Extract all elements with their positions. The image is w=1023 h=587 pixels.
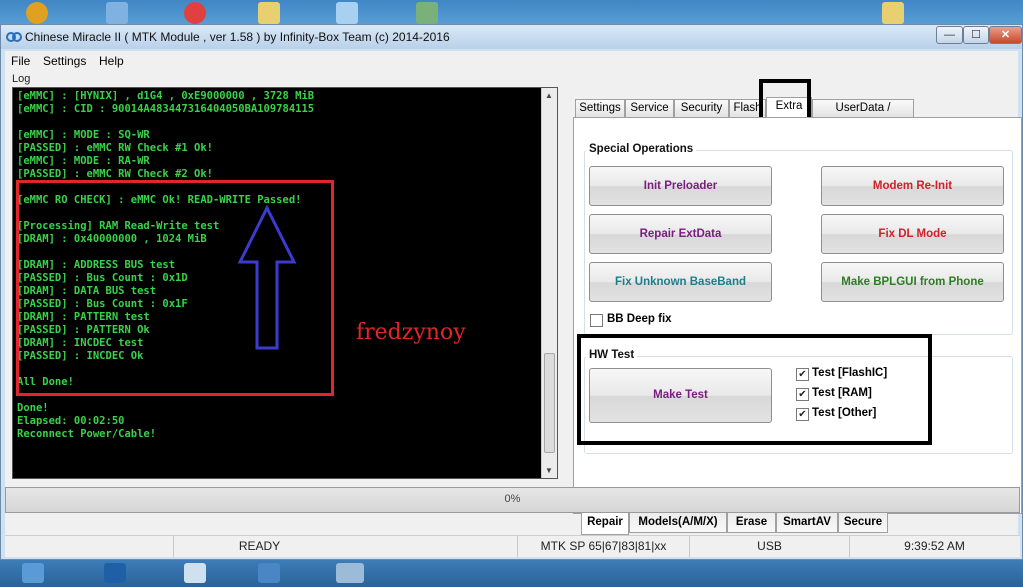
log-label: Log xyxy=(12,73,31,85)
log-scrollbar[interactable]: ▲ ▼ xyxy=(541,88,557,478)
log-line: Elapsed: 00:02:50 xyxy=(17,415,125,427)
log-output[interactable]: [eMMC] : [HYNIX] , d1G4 , 0xE9000000 , 3… xyxy=(12,87,558,479)
taskbar-app-icon[interactable] xyxy=(184,563,206,583)
tab-smartav[interactable]: SmartAV xyxy=(776,513,838,533)
status-time: 9:39:52 AM xyxy=(849,536,1019,557)
status-chip: MTK SP 65|67|83|81|xx xyxy=(517,536,689,557)
tab-secure[interactable]: Secure xyxy=(838,513,888,533)
log-line: [PASSED] : eMMC RW Check #1 Ok! xyxy=(17,142,213,154)
make-bplgui-button[interactable]: Make BPLGUI from Phone xyxy=(821,262,1004,302)
progress-label: 0% xyxy=(504,493,521,505)
menu-file[interactable]: File xyxy=(11,54,30,68)
status-state: READY xyxy=(173,536,345,557)
desktop-icon[interactable] xyxy=(26,2,48,24)
taskbar-app-icon[interactable] xyxy=(104,563,126,583)
taskbar-app-icon[interactable] xyxy=(336,563,364,583)
tab-service[interactable]: Service xyxy=(625,99,674,117)
scroll-down-icon[interactable]: ▼ xyxy=(545,466,553,475)
progress-bar: 0% xyxy=(5,487,1020,513)
tab-security[interactable]: Security xyxy=(674,99,729,117)
log-line: [eMMC] : MODE : RA-WR xyxy=(17,155,150,167)
menu-help[interactable]: Help xyxy=(99,54,124,68)
init-preloader-button[interactable]: Init Preloader xyxy=(589,166,772,206)
app-window: Chinese Miracle II ( MTK Module , ver 1.… xyxy=(0,24,1023,560)
minimize-button[interactable]: — xyxy=(936,26,963,44)
desktop-background xyxy=(0,0,1023,26)
status-port: USB xyxy=(689,536,849,557)
app-logo-icon xyxy=(6,32,22,42)
desktop-icon[interactable] xyxy=(416,2,438,24)
hw-test-annotation-box xyxy=(577,334,932,445)
bb-deep-fix-checkbox[interactable] xyxy=(590,314,603,327)
special-operations-title: Special Operations xyxy=(586,143,697,155)
menu-bar: File Settings Help xyxy=(5,51,1018,71)
desktop-icon[interactable] xyxy=(258,2,280,24)
watermark-text: fredzynoy xyxy=(356,320,466,345)
tab-repair[interactable]: Repair xyxy=(581,513,629,535)
log-line: Done! xyxy=(17,402,49,414)
repair-extdata-button[interactable]: Repair ExtData xyxy=(589,214,772,254)
log-line: Reconnect Power/Cable! xyxy=(17,428,157,440)
menu-settings[interactable]: Settings xyxy=(43,54,86,68)
log-line: [PASSED] : eMMC RW Check #2 Ok! xyxy=(17,168,213,180)
taskbar xyxy=(0,560,1023,587)
scroll-up-icon[interactable]: ▲ xyxy=(545,91,553,100)
scroll-thumb[interactable] xyxy=(544,353,555,453)
tab-settings[interactable]: Settings xyxy=(575,99,625,117)
modem-reinit-button[interactable]: Modem Re-Init xyxy=(821,166,1004,206)
close-button[interactable]: ✕ xyxy=(989,26,1022,44)
tab-userdata-forensic[interactable]: UserData / Forensic xyxy=(812,99,914,131)
log-line: [eMMC] : CID : 90014A483447316404050BA10… xyxy=(17,103,315,115)
desktop-icon[interactable] xyxy=(184,2,206,24)
window-title: Chinese Miracle II ( MTK Module , ver 1.… xyxy=(25,30,450,44)
fix-unknown-baseband-button[interactable]: Fix Unknown BaseBand xyxy=(589,262,772,302)
desktop-icon[interactable] xyxy=(336,2,358,24)
desktop-icon[interactable] xyxy=(882,2,904,24)
fix-dl-mode-button[interactable]: Fix DL Mode xyxy=(821,214,1004,254)
extra-panel: Special Operations Init Preloader Modem … xyxy=(573,117,1022,514)
tab-erase[interactable]: Erase xyxy=(727,513,776,533)
client-area: File Settings Help Log [eMMC] : [HYNIX] … xyxy=(5,51,1022,557)
log-line: [eMMC] : MODE : SQ-WR xyxy=(17,129,150,141)
status-bar: READY MTK SP 65|67|83|81|xx USB 9:39:52 … xyxy=(5,535,1020,557)
bb-deep-fix-label: BB Deep fix xyxy=(607,313,672,325)
desktop-icon[interactable] xyxy=(106,2,128,24)
extra-tab-annotation-box xyxy=(759,79,811,122)
up-arrow-icon xyxy=(237,204,297,350)
title-bar[interactable]: Chinese Miracle II ( MTK Module , ver 1.… xyxy=(1,25,1022,49)
maximize-button[interactable]: ☐ xyxy=(963,26,989,44)
taskbar-app-icon[interactable] xyxy=(258,563,280,583)
tab-models[interactable]: Models(A/M/X) xyxy=(629,513,727,533)
log-line: [eMMC] : [HYNIX] , d1G4 , 0xE9000000 , 3… xyxy=(17,90,315,102)
taskbar-app-icon[interactable] xyxy=(22,563,44,583)
